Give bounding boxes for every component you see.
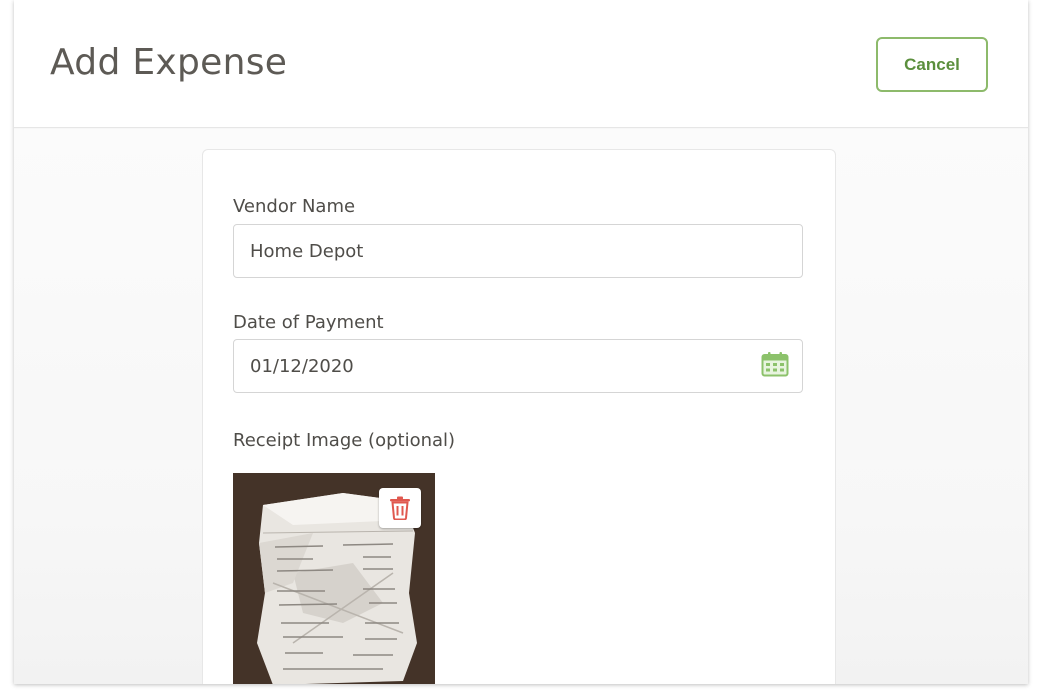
expense-form-card: Vendor Name Date of Payment Receipt Im (202, 149, 836, 684)
trash-icon (390, 496, 410, 520)
vendor-name-label: Vendor Name (233, 196, 356, 217)
calendar-icon[interactable] (761, 351, 789, 377)
page-header: Add Expense Cancel (14, 0, 1028, 128)
receipt-image-label: Receipt Image (optional) (233, 430, 456, 451)
receipt-image-thumbnail (233, 473, 435, 684)
date-of-payment-input[interactable] (233, 339, 803, 393)
vendor-name-input[interactable] (233, 224, 803, 278)
cancel-button[interactable]: Cancel (876, 37, 988, 92)
add-expense-window: Add Expense Cancel Vendor Name Date of P… (14, 0, 1028, 684)
content-area: Vendor Name Date of Payment Receipt Im (14, 129, 1028, 684)
delete-receipt-button[interactable] (379, 488, 421, 528)
page-title: Add Expense (50, 42, 288, 83)
date-of-payment-label: Date of Payment (233, 312, 384, 333)
